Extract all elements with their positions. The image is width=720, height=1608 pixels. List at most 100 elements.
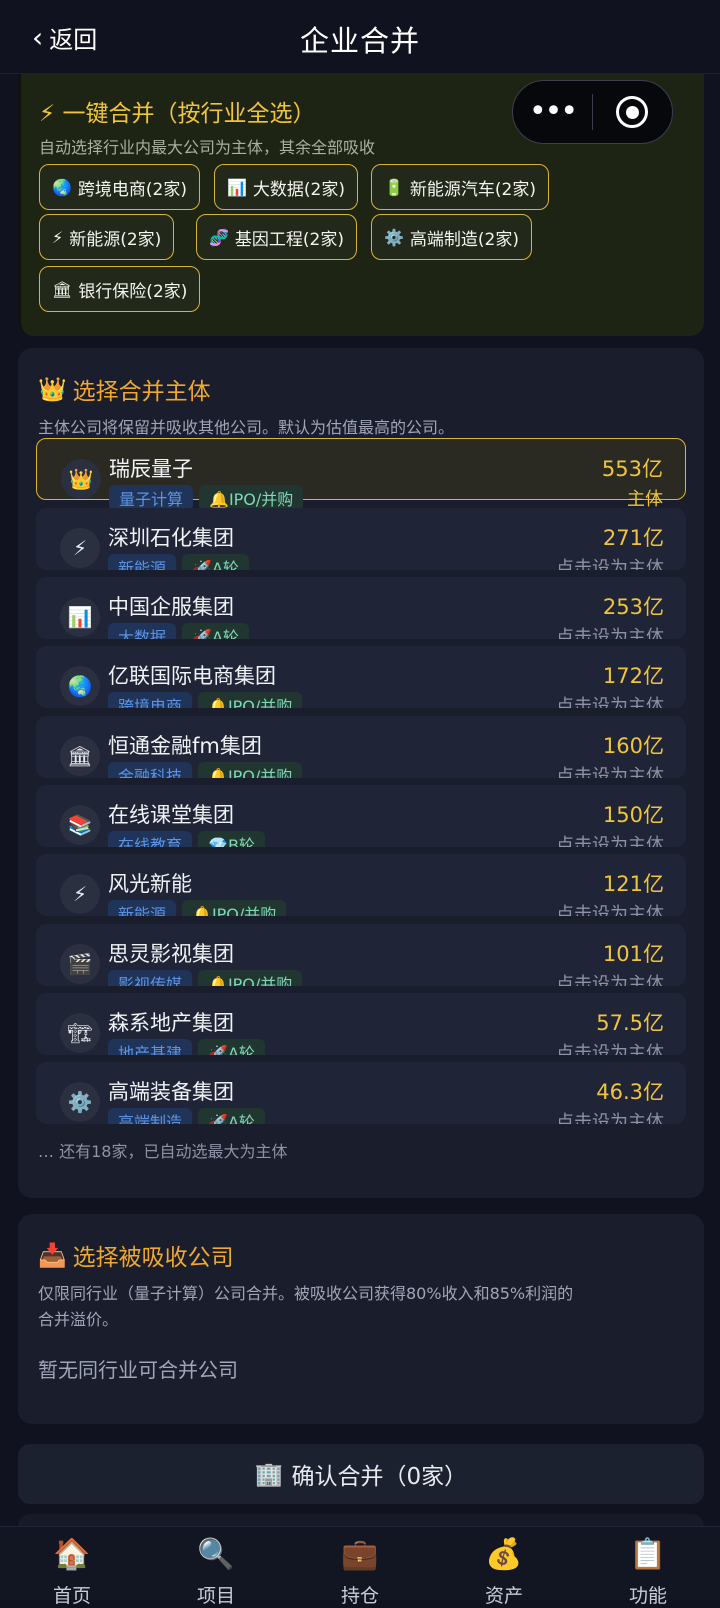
navigation-bar: ‹ 返回 企业合并	[0, 0, 720, 74]
company-row[interactable]: 📚 在线课堂集团 在线教育 💎B轮 150亿 点击设为主体	[36, 785, 686, 847]
stage-tag: 🔔IPO/并购	[198, 762, 303, 778]
page-title: 企业合并	[299, 24, 420, 58]
industry-chip-high-end-manufacturing[interactable]: ⚙️ 高端制造(2家)	[371, 214, 533, 260]
company-tags: 高端制造 🚀A轮	[108, 1108, 265, 1124]
company-row[interactable]: 🎬 思灵影视集团 影视传媒 🔔IPO/并购 101亿 点击设为主体	[36, 924, 686, 986]
company-tags: 新能源 🚀A轮	[108, 554, 249, 570]
company-row[interactable]: 🏛 恒通金融fm集团 金融科技 🔔IPO/并购 160亿 点击设为主体	[36, 716, 686, 778]
set-as-entity-link[interactable]: 点击设为主体	[556, 1108, 664, 1124]
tab-holdings[interactable]: 💼 持仓	[288, 1527, 432, 1607]
industry-tag: 新能源	[108, 554, 177, 570]
tab-assets[interactable]: 💰 资产	[432, 1527, 576, 1607]
chip-label: 跨境电商(2家)	[77, 179, 188, 200]
stage-tag: 🚀A轮	[182, 623, 249, 639]
industry-tag: 地产基建	[108, 1039, 193, 1055]
industry-chip-banking-insurance[interactable]: 🏛 银行保险(2家)	[39, 266, 201, 312]
industry-chip-cross-border-ecommerce[interactable]: 🌏 跨境电商(2家)	[39, 164, 201, 210]
chip-label: 高端制造(2家)	[409, 229, 520, 250]
more-options-icon[interactable]: •••	[513, 97, 592, 127]
select-absorbed-card: 📥 选择被吸收公司 仅限同行业（量子计算）公司合并。被吸收公司获得80%收入和8…	[18, 1214, 704, 1424]
company-row-selected[interactable]: 👑 瑞辰量子 量子计算 🔔IPO/并购 553亿 主体	[36, 438, 686, 511]
set-as-entity-link[interactable]: 点击设为主体	[556, 900, 664, 916]
stage-tag: 🚀A轮	[198, 1039, 265, 1055]
merge-building-icon: 🏢	[254, 1461, 284, 1488]
company-tags: 跨境电商 🔔IPO/并购	[108, 692, 303, 708]
company-valuation: 271亿	[602, 526, 664, 550]
absorbed-subtitle-line1: 仅限同行业（量子计算）公司合并。被吸收公司获得80%收入和85%利润的	[38, 1284, 574, 1303]
company-name: 风光新能	[108, 872, 192, 896]
tab-functions[interactable]: 📋 功能	[576, 1527, 720, 1607]
more-companies-note: … 还有18家，已自动选最大为主体	[38, 1142, 288, 1161]
gear-icon: ⚙️	[60, 1082, 100, 1122]
company-valuation: 121亿	[602, 872, 664, 896]
company-row[interactable]: ⚙️ 高端装备集团高端制造 🚀A轮 46.3亿点击设为主体	[36, 1062, 686, 1124]
battery-icon: 🔋	[384, 177, 404, 197]
lightning-icon: ⚡	[60, 528, 100, 568]
tab-projects[interactable]: 🔍 项目	[144, 1527, 288, 1607]
company-tags: 大数据 🚀A轮	[108, 623, 249, 639]
chip-label: 新能源(2家)	[69, 229, 162, 250]
industry-chip-big-data[interactable]: 📊 大数据(2家)	[214, 164, 359, 210]
company-row[interactable]: ⚡ 深圳石化集团新能源 🚀A轮 271亿点击设为主体	[36, 508, 686, 570]
clapperboard-icon: 🎬	[60, 944, 100, 984]
company-valuation: 57.5亿	[596, 1011, 664, 1035]
stage-tag: 🚀A轮	[182, 554, 249, 570]
stage-tag: 💎B轮	[198, 831, 265, 847]
absorbed-subtitle-line2: 合并溢价。	[38, 1310, 119, 1329]
close-miniprogram-button[interactable]	[593, 96, 672, 128]
books-icon: 📚	[60, 805, 100, 845]
company-name: 恒通金融fm集团	[108, 734, 262, 758]
company-name: 中国企服集团	[108, 595, 234, 619]
stage-tag: 🔔IPO/并购	[182, 900, 287, 916]
company-row[interactable]: ⚡ 风光新能 新能源 🔔IPO/并购 121亿 点击设为主体	[36, 854, 686, 916]
set-as-entity-link[interactable]: 点击设为主体	[556, 554, 664, 570]
tab-home[interactable]: 🏠 首页	[0, 1527, 144, 1607]
dna-icon: 🧬	[209, 227, 229, 247]
briefcase-icon: 💼	[341, 1537, 379, 1572]
company-name: 高端装备集团	[108, 1080, 234, 1104]
company-valuation: 101亿	[602, 942, 664, 966]
clipboard-icon: 📋	[629, 1537, 667, 1572]
company-name: 森系地产集团	[108, 1011, 234, 1035]
globe-icon: 🌏	[60, 666, 100, 706]
company-tags: 金融科技 🔔IPO/并购	[108, 762, 303, 778]
set-as-entity-link[interactable]: 点击设为主体	[556, 762, 664, 778]
company-tags: 新能源 🔔IPO/并购	[108, 900, 287, 916]
stage-tag: 🔔IPO/并购	[198, 692, 303, 708]
set-as-entity-link[interactable]: 点击设为主体	[556, 623, 664, 639]
select-entity-title-wrap: 👑 选择合并主体	[38, 372, 211, 406]
absorbed-title: 选择被吸收公司	[72, 1245, 234, 1271]
search-icon: 🔍	[197, 1537, 235, 1572]
industry-chip-genetic-engineering[interactable]: 🧬 基因工程(2家)	[196, 214, 358, 260]
company-tags: 在线教育 💎B轮	[108, 831, 265, 847]
set-as-entity-link[interactable]: 点击设为主体	[556, 970, 664, 986]
industry-chip-new-energy-vehicle[interactable]: 🔋 新能源汽车(2家)	[371, 164, 550, 210]
crown-icon: 👑	[61, 459, 101, 499]
bank-icon: 🏛	[60, 736, 100, 776]
gear-icon: ⚙️	[384, 227, 404, 247]
industry-tag: 跨境电商	[108, 692, 193, 708]
company-name: 深圳石化集团	[108, 526, 234, 550]
company-row[interactable]: 📊 中国企服集团 大数据 🚀A轮 253亿 点击设为主体	[36, 577, 686, 639]
company-valuation: 46.3亿	[596, 1080, 664, 1104]
stage-tag: 🔔IPO/并购	[198, 970, 303, 986]
lightning-icon: ⚡	[52, 227, 64, 247]
absorbed-title-wrap: 📥 选择被吸收公司	[38, 1238, 234, 1272]
set-as-entity-link[interactable]: 点击设为主体	[556, 692, 664, 708]
industry-tag: 高端制造	[108, 1108, 193, 1124]
set-as-entity-link[interactable]: 点击设为主体	[556, 831, 664, 847]
company-name: 亿联国际电商集团	[108, 664, 276, 688]
company-row[interactable]: 🌏 亿联国际电商集团跨境电商 🔔IPO/并购 172亿点击设为主体	[36, 646, 686, 708]
industry-chip-new-energy[interactable]: ⚡ 新能源(2家)	[39, 214, 175, 260]
set-as-entity-link[interactable]: 点击设为主体	[556, 1039, 664, 1055]
home-icon: 🏠	[53, 1537, 91, 1572]
confirm-merge-button[interactable]: 🏢 确认合并（0家）	[18, 1444, 704, 1504]
company-name: 思灵影视集团	[108, 942, 234, 966]
select-entity-title: 选择合并主体	[72, 379, 211, 405]
company-valuation: 172亿	[602, 664, 664, 688]
bar-chart-icon: 📊	[227, 177, 247, 197]
chip-label: 基因工程(2家)	[234, 229, 345, 250]
chip-label: 新能源汽车(2家)	[409, 179, 537, 200]
company-row[interactable]: 🏗 森系地产集团 地产基建 🚀A轮 57.5亿 点击设为主体	[36, 993, 686, 1055]
target-icon	[616, 96, 649, 128]
